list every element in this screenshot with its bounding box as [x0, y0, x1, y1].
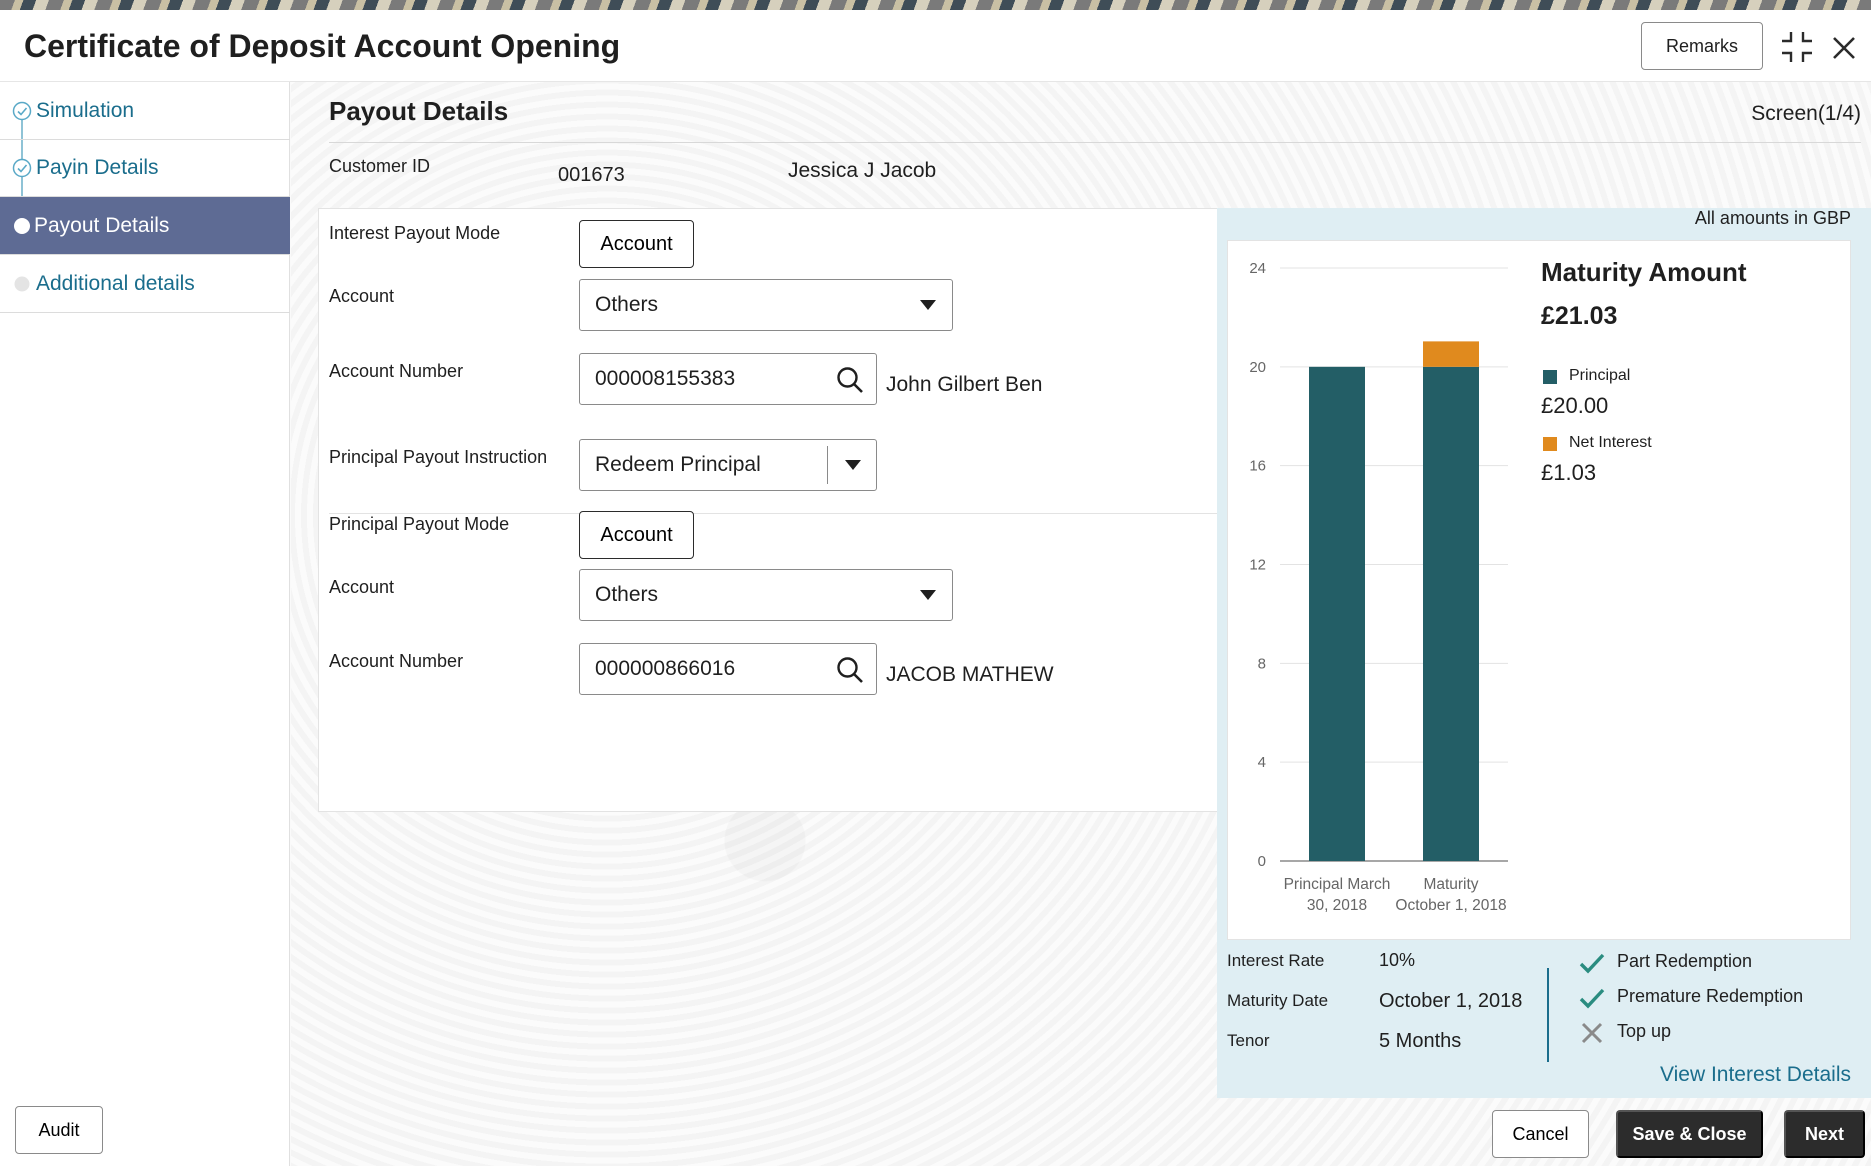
maturity-amount-value: £21.03: [1541, 302, 1618, 330]
interest-account-holder: John Gilbert Ben: [886, 373, 1043, 396]
screen-indicator: Screen(1/4): [1751, 102, 1861, 125]
maturity-date-value: October 1, 2018: [1379, 990, 1523, 1012]
close-icon[interactable]: [1830, 34, 1858, 62]
net-interest-legend-value: £1.03: [1541, 460, 1597, 485]
bar-principal: [1423, 366, 1479, 861]
banner-strip: [0, 0, 1871, 10]
customer-id-label: Customer ID: [329, 156, 431, 176]
caret-down-icon: [920, 300, 936, 310]
interest-rate-label: Interest Rate: [1227, 951, 1325, 970]
net-interest-legend-swatch: [1543, 437, 1557, 451]
x-tick-label: Principal March: [1284, 876, 1391, 893]
interest-rate-value: 10%: [1379, 950, 1416, 970]
sidebar-item-payout-details[interactable]: Payout Details: [0, 197, 290, 255]
search-icon[interactable]: [836, 656, 864, 684]
net-interest-legend-label: Net Interest: [1569, 434, 1652, 451]
main-content: Payout Details Screen(1/4) Customer ID 0…: [291, 82, 1871, 1166]
caret-down-icon: [845, 460, 861, 470]
y-tick-label: 20: [1249, 359, 1266, 376]
current-step-icon: [14, 217, 30, 234]
select-value: Redeem Principal: [595, 453, 761, 476]
input-value: 000008155383: [595, 367, 736, 390]
principal-payout-instruction-label: Principal Payout Instruction: [329, 447, 548, 467]
step-sidebar: Simulation Payin Details Payout Details …: [0, 82, 290, 1166]
customer-name: Jessica J Jacob: [788, 159, 937, 182]
cross-icon: [1581, 1022, 1603, 1044]
principal-account-label: Account: [329, 577, 395, 597]
check-icon: [1579, 988, 1605, 1009]
top-up-label: Top up: [1617, 1021, 1672, 1041]
tenor-label: Tenor: [1227, 1031, 1270, 1050]
check-icon: [1579, 953, 1605, 974]
interest-account-number-field[interactable]: 000008155383: [579, 353, 877, 405]
x-tick-label: Maturity: [1423, 876, 1478, 893]
y-tick-label: 24: [1249, 260, 1266, 277]
save-close-button[interactable]: Save & Close: [1616, 1110, 1763, 1158]
maturity-chart-card: 0 4 8 12 16 20 24 Principal March 30, 2018 Maturi…: [1227, 240, 1851, 940]
x-tick-label: 30, 2018: [1307, 897, 1367, 914]
sidebar-item-label: Payin Details: [36, 155, 159, 179]
input-value: 000000866016: [595, 657, 736, 680]
tenor-value: 5 Months: [1379, 1030, 1462, 1052]
window-title: Certificate of Deposit Account Opening: [24, 28, 621, 64]
principal-payout-instruction-select[interactable]: Redeem Principal: [579, 439, 877, 491]
interest-account-select[interactable]: Others: [579, 279, 953, 331]
sidebar-item-additional-details[interactable]: Additional details: [0, 255, 290, 313]
window-header: Certificate of Deposit Account Opening R…: [0, 10, 1871, 82]
pending-step-icon: [14, 276, 30, 291]
page-title: Payout Details: [329, 96, 509, 126]
customer-id-value: 001673: [558, 164, 625, 186]
principal-legend-label: Principal: [1569, 367, 1631, 384]
sidebar-item-label: Payout Details: [34, 213, 170, 237]
title-divider: [329, 142, 1861, 143]
sidebar-item-simulation[interactable]: Simulation: [0, 82, 290, 140]
payout-form: Interest Payout Mode Account Account Oth…: [318, 208, 1219, 812]
y-tick-label: 4: [1258, 754, 1266, 771]
principal-account-select[interactable]: Others: [579, 569, 953, 621]
check-circle-icon: [12, 101, 32, 120]
cancel-button[interactable]: Cancel: [1492, 1110, 1589, 1158]
bar-principal: [1309, 366, 1365, 861]
principal-payout-mode-label: Principal Payout Mode: [329, 514, 510, 534]
sidebar-item-payin-details[interactable]: Payin Details: [0, 139, 290, 197]
sidebar-item-label: Simulation: [36, 98, 135, 122]
maturity-amount-title: Maturity Amount: [1541, 257, 1747, 287]
info-divider: [1547, 968, 1549, 1062]
interest-account-label: Account: [329, 286, 395, 306]
principal-account-number-field[interactable]: 000000866016: [579, 643, 877, 695]
y-tick-label: 0: [1258, 853, 1266, 870]
select-value: Others: [595, 293, 659, 316]
interest-account-number-label: Account Number: [329, 361, 464, 381]
principal-legend-swatch: [1543, 370, 1557, 384]
y-tick-label: 12: [1249, 557, 1266, 574]
y-tick-label: 16: [1249, 458, 1266, 475]
interest-payout-mode-button[interactable]: Account: [579, 220, 694, 268]
premature-redemption-label: Premature Redemption: [1617, 986, 1804, 1006]
check-circle-icon: [12, 158, 32, 177]
select-divider: [827, 446, 828, 484]
x-tick-label: October 1, 2018: [1395, 897, 1506, 914]
search-icon[interactable]: [836, 366, 864, 394]
audit-button[interactable]: Audit: [15, 1106, 103, 1154]
currency-note: All amounts in GBP: [1694, 208, 1851, 228]
maturity-date-label: Maturity Date: [1227, 991, 1329, 1010]
principal-account-holder: JACOB MATHEW: [886, 663, 1054, 686]
part-redemption-label: Part Redemption: [1617, 951, 1753, 971]
minimize-icon[interactable]: [1780, 30, 1814, 64]
deposit-summary-panel: All amounts in GBP 0 4 8 12 16 20 24 Principal …: [1217, 208, 1871, 1098]
sidebar-item-label: Additional details: [36, 271, 195, 295]
principal-payout-mode-button[interactable]: Account: [579, 511, 694, 559]
caret-down-icon: [920, 590, 936, 600]
principal-account-number-label: Account Number: [329, 651, 464, 671]
remarks-button[interactable]: Remarks: [1641, 22, 1763, 70]
maturity-bar-chart: 0 4 8 12 16 20 24 Principal March 30, 2018 Maturi…: [1249, 260, 1508, 914]
select-value: Others: [595, 583, 659, 606]
next-button[interactable]: Next: [1784, 1110, 1865, 1158]
y-tick-label: 8: [1258, 655, 1266, 672]
principal-legend-value: £20.00: [1541, 393, 1609, 418]
bar-net-interest: [1423, 341, 1479, 367]
view-interest-details-link[interactable]: View Interest Details: [1660, 1063, 1851, 1087]
interest-payout-mode-label: Interest Payout Mode: [329, 223, 501, 243]
